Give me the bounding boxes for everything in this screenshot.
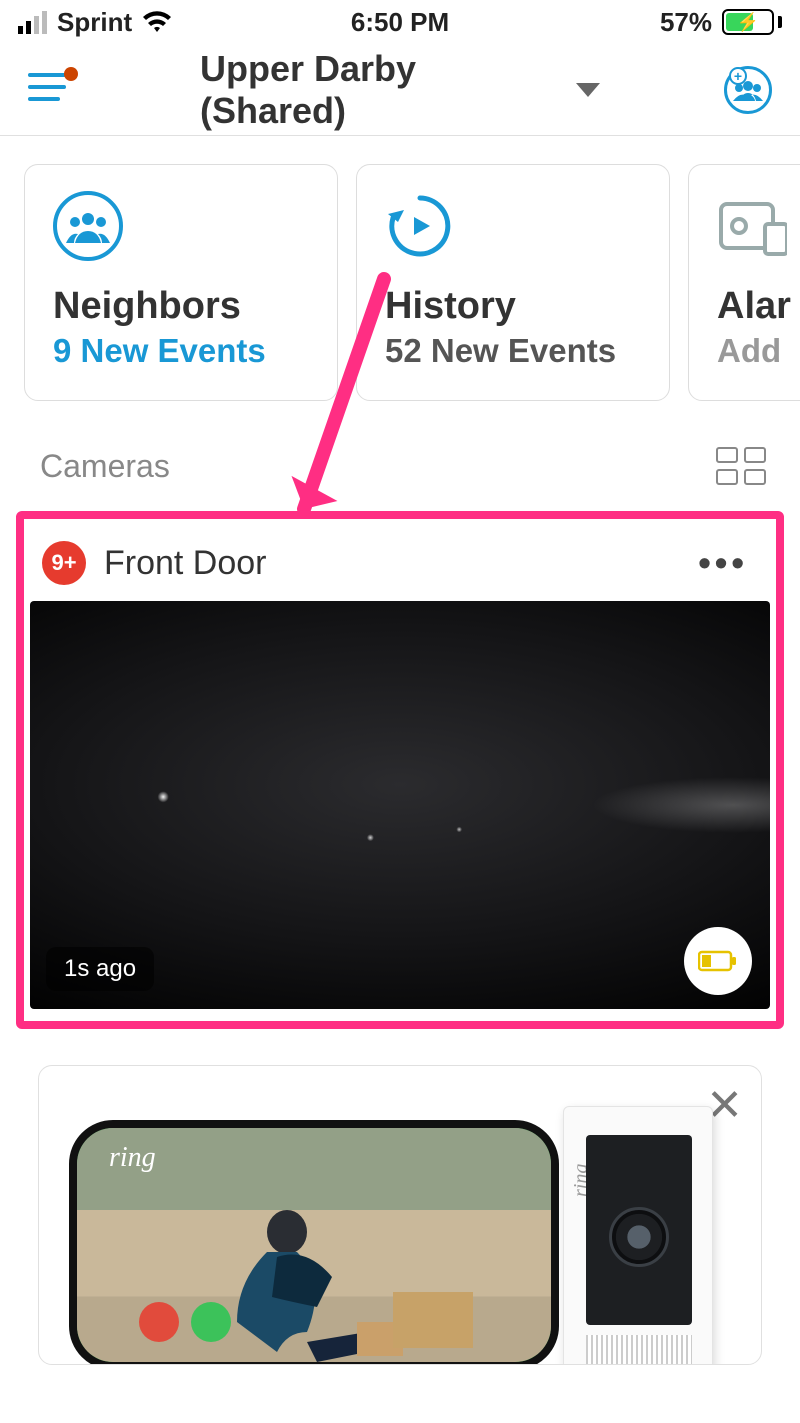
carrier-label: Sprint [57,7,132,38]
battery-charging-icon: ⚡ [722,9,782,35]
event-count-badge: 9+ [42,541,86,585]
cellular-signal-icon [18,11,47,34]
shortcut-tiles: Neighbors 9 New Events History 52 New Ev… [0,136,800,411]
history-tile[interactable]: History 52 New Events [356,164,670,401]
neighbors-title: Neighbors [53,285,309,328]
cameras-section-header: Cameras [0,411,800,495]
nav-bar: Upper Darby (Shared) + [0,44,800,136]
menu-button[interactable] [28,73,72,107]
history-subtitle: 52 New Events [385,332,641,370]
snapshot-timestamp: 1s ago [46,947,154,991]
neighbors-tile[interactable]: Neighbors 9 New Events [24,164,338,401]
camera-card-front-door[interactable]: 9+ Front Door ••• 1s ago [30,523,770,1009]
battery-percentage: 57% [660,7,712,38]
decline-call-icon [139,1302,179,1342]
camera-snapshot[interactable]: 1s ago [30,601,770,1009]
location-dropdown[interactable]: Upper Darby (Shared) [200,48,600,132]
add-shared-user-button[interactable]: + [724,66,772,114]
alarm-tile[interactable]: Alar Add [688,164,800,401]
chevron-down-icon [576,83,600,97]
camera-name: Front Door [104,544,680,583]
status-bar: Sprint 6:50 PM 57% ⚡ [0,0,800,44]
clock: 6:50 PM [351,7,449,38]
camera-more-button[interactable]: ••• [698,542,748,584]
layout-toggle-button[interactable] [716,447,766,485]
location-title: Upper Darby (Shared) [200,48,562,132]
neighbors-icon [53,191,123,261]
camera-battery-indicator [684,927,752,995]
neighbors-subtitle: 9 New Events [53,332,309,370]
annotation-highlight-box: 9+ Front Door ••• 1s ago [16,511,784,1029]
alarm-icon [717,191,787,261]
menu-notification-dot [64,67,78,81]
accept-call-icon [191,1302,231,1342]
wifi-icon [142,11,172,33]
delivery-person-illustration [217,1202,417,1362]
promo-card[interactable]: ✕ ring ring [38,1065,762,1365]
promo-phone-image: ring [69,1120,559,1365]
ring-logo: ring [109,1142,156,1174]
history-title: History [385,285,641,328]
history-icon [385,191,455,261]
battery-low-icon [698,949,738,973]
cameras-label: Cameras [40,448,170,485]
plus-icon: + [729,67,747,85]
alarm-subtitle: Add [717,332,799,370]
camera-lens-icon [609,1207,669,1267]
alarm-title: Alar [717,285,799,328]
promo-camera-device-image: ring [563,1106,713,1365]
package-illustration [393,1292,473,1348]
